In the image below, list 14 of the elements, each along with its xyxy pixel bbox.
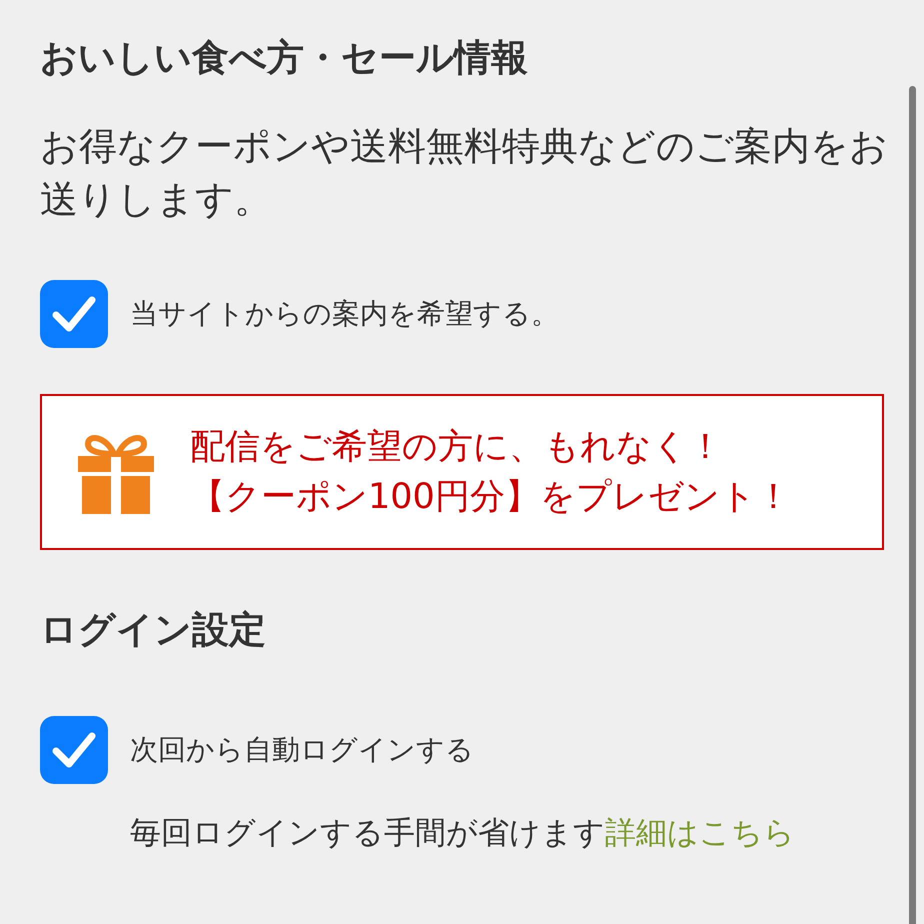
note-text: 毎回ログインする手間が省けます詳細はこちら: [130, 814, 796, 854]
description: お得なクーポンや送料無料特典などのご案内をお送りします。: [40, 123, 889, 224]
details-link[interactable]: 詳細はこちら: [605, 815, 795, 852]
promo-text: 配信をご希望の方に、もれなく！: [190, 426, 724, 470]
section-title: ログイン設定: [40, 607, 267, 654]
check-icon: [51, 294, 97, 334]
checkbox[interactable]: [40, 716, 108, 784]
section-title: おいしい食べ方・セール情報: [40, 35, 529, 81]
scrollbar[interactable]: [909, 86, 916, 924]
checkbox[interactable]: [40, 280, 108, 348]
checkbox-label: 次回から自動ログインする: [130, 732, 474, 768]
checkbox-label: 当サイトからの案内を希望する。: [130, 296, 559, 332]
check-icon: [51, 730, 97, 770]
promo-text: 【クーポン100円分】をプレゼント！: [190, 476, 791, 520]
